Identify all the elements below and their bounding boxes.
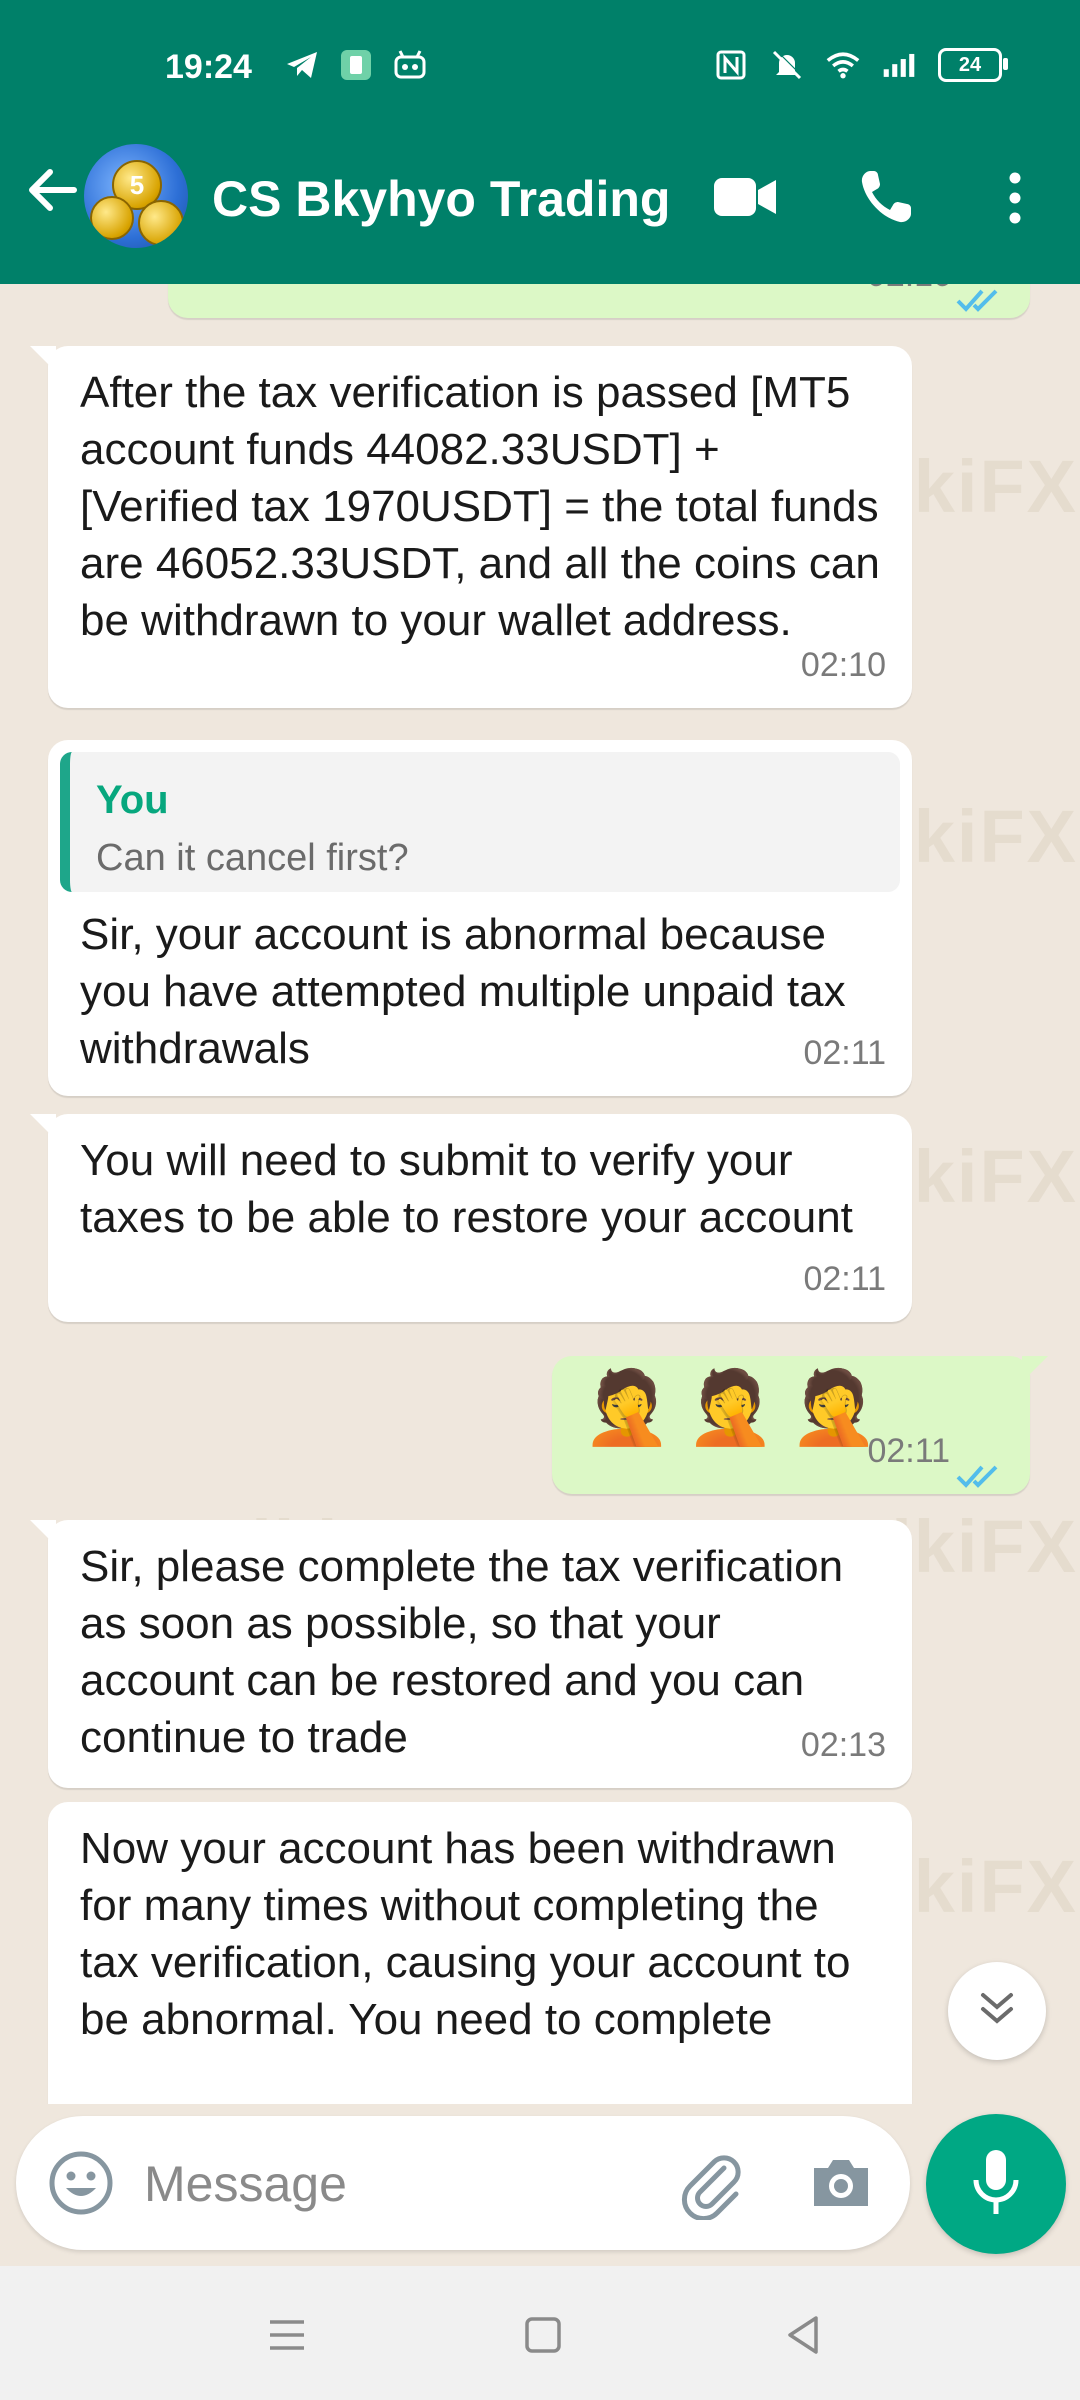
chat-area[interactable]: WikiFX WikiFX WikiFX WikiFX WikiFX WikiF… [0, 284, 1080, 2104]
more-options-icon[interactable] [1000, 168, 1030, 228]
read-ticks-icon [956, 1448, 1008, 1488]
message-time: 02:11 [803, 1034, 886, 1072]
message-time: 02:10 [867, 284, 952, 304]
recents-menu-icon[interactable] [262, 2310, 312, 2360]
message-time: 02:13 [800, 1726, 886, 1764]
message-composer [16, 2116, 910, 2250]
status-bar: 19:24 24 [0, 40, 1080, 106]
telegram-icon [285, 48, 319, 82]
message-text: After the tax verification is passed [MT… [80, 368, 880, 645]
nfc-icon [714, 48, 748, 82]
bubble-tail [30, 1520, 56, 1546]
avatar-coin-icon [90, 196, 134, 240]
status-icons-left [285, 48, 427, 82]
battery-icon: 24 [938, 48, 1008, 82]
emoji-icon[interactable] [46, 2148, 116, 2218]
message-time: 02:10 [800, 646, 886, 684]
bot-icon [393, 48, 427, 82]
quoted-sender: You [96, 778, 169, 822]
message-time: 02:11 [867, 1432, 950, 1470]
voice-message-button[interactable] [926, 2114, 1066, 2254]
message-bubble-incoming[interactable]: You Can it cancel first? Sir, your accou… [48, 740, 912, 1096]
read-ticks-icon [956, 284, 1008, 312]
chat-topbar: 5 CS Bkyhyo Trading [0, 132, 1080, 262]
bubble-tail [30, 346, 56, 372]
message-bubble-incoming[interactable]: Now your account has been withdrawn for … [48, 1802, 912, 2104]
facepalm-emoji: 🤦 [582, 1368, 672, 1448]
double-chevron-down-icon [977, 1989, 1017, 2034]
avatar-coin-icon [138, 200, 184, 246]
home-square-icon[interactable] [518, 2310, 568, 2360]
camera-icon[interactable] [806, 2148, 876, 2218]
status-icons-right: 24 [714, 48, 1008, 82]
microphone-icon [968, 2146, 1024, 2223]
message-text: You will need to submit to verify your t… [80, 1136, 853, 1242]
quoted-text: Can it cancel first? [96, 837, 409, 879]
contact-name[interactable]: CS Bkyhyo Trading [212, 170, 670, 228]
back-triangle-icon[interactable] [778, 2310, 828, 2360]
sim-app-icon [339, 48, 373, 82]
bubble-tail [30, 1114, 56, 1140]
message-bubble-outgoing[interactable]: 02:10 [168, 284, 1030, 318]
chat-header: 19:24 24 5 CS Bkyhyo Trading [0, 0, 1080, 284]
message-bubble-incoming[interactable]: After the tax verification is passed [MT… [30, 346, 912, 708]
voice-call-icon[interactable] [858, 168, 914, 226]
bubble-tail [1022, 1356, 1048, 1382]
back-arrow-icon[interactable] [22, 160, 82, 220]
video-call-icon[interactable] [712, 172, 778, 222]
system-nav-bar [0, 2266, 1080, 2400]
contact-avatar[interactable]: 5 [84, 144, 188, 248]
scroll-to-bottom-button[interactable] [948, 1962, 1046, 2060]
message-text: Sir, your account is abnormal because yo… [80, 910, 846, 1073]
signal-icon [882, 48, 916, 82]
mute-icon [770, 48, 804, 82]
facepalm-emoji: 🤦 [685, 1368, 776, 1448]
message-time: 02:11 [803, 1260, 886, 1298]
facepalm-emoji: 🤦 [789, 1368, 879, 1448]
status-time: 19:24 [165, 48, 252, 86]
message-bubble-incoming[interactable]: You will need to submit to verify your t… [30, 1114, 912, 1322]
message-bubble-outgoing[interactable]: 🤦 🤦 🤦 02:11 [552, 1356, 1048, 1494]
message-text: Now your account has been withdrawn for … [80, 1824, 851, 2044]
wifi-icon [826, 48, 860, 82]
message-text: Sir, please complete the tax verificatio… [80, 1542, 844, 1762]
emoji-row: 🤦 🤦 🤦 [582, 1368, 879, 1448]
message-input[interactable] [142, 2144, 666, 2224]
message-bubble-incoming[interactable]: Sir, please complete the tax verificatio… [30, 1520, 912, 1788]
avatar-digit: 5 [129, 169, 145, 200]
quoted-message[interactable]: You Can it cancel first? [60, 752, 900, 892]
attach-icon[interactable] [676, 2146, 750, 2222]
